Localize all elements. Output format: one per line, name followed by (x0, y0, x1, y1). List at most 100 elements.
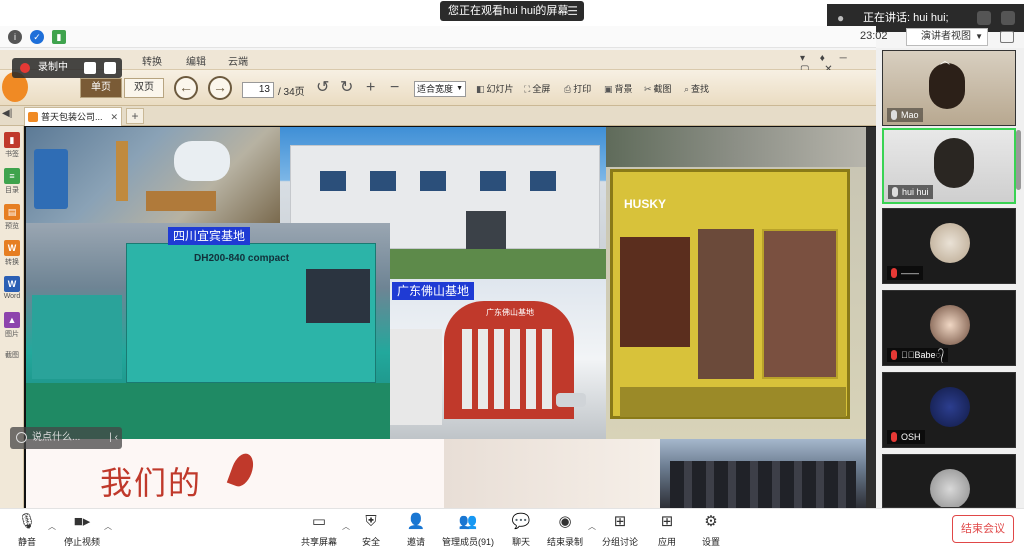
toc-icon: ≡ (4, 168, 20, 184)
print-button[interactable]: ⎙ 打印 (564, 82, 591, 95)
stop-record-icon[interactable] (104, 62, 116, 74)
viewer-scrollbar[interactable] (866, 127, 876, 508)
sidebar-item-preview[interactable]: ▤ 预览 (1, 204, 23, 234)
participant-card[interactable]: —— (882, 208, 1016, 284)
settings-button[interactable]: ⚙ 设置 (696, 513, 726, 548)
sidebar-item-convert[interactable]: W 转换 (1, 240, 23, 270)
return-icon[interactable] (1001, 11, 1015, 25)
slideshow-button[interactable]: ◧ 幻灯片 (476, 82, 514, 95)
sidebar-item-bookmarks[interactable]: ▮ 书签 (1, 132, 23, 162)
sidebar-item-toc[interactable]: ≡ 目录 (1, 168, 23, 198)
word-icon: W (4, 276, 20, 292)
stop-recording-button[interactable]: ◉ 结束录制 (544, 513, 586, 548)
collapse-sidebar-icon[interactable]: ◀| (2, 108, 12, 119)
sidebar-item-word[interactable]: W Word (1, 276, 23, 306)
new-tab-button[interactable]: + (126, 108, 144, 124)
shield-icon[interactable]: ✓ (30, 30, 44, 44)
expand-icon: ⛶ (524, 84, 531, 94)
double-page-button[interactable]: 双页 (124, 78, 164, 98)
participant-card[interactable]: ℳ᭄Babe᭄ (882, 290, 1016, 366)
gear-icon: ⚙ (704, 513, 718, 530)
avatar (930, 223, 970, 263)
chevron-up-icon[interactable]: ︿ (104, 521, 112, 532)
reader-sidebar: ▮ 书签 ≡ 目录 ▤ 预览 W 转换 W Word ▲ 图片 截图 (0, 126, 24, 508)
view-mode-select[interactable]: 演讲者视图 ▼ (906, 28, 988, 46)
zoom-in-icon[interactable]: + (366, 78, 375, 98)
mic-icon (892, 187, 898, 197)
tag-guangdong-base: 广东佛山基地 (392, 282, 475, 300)
invite-icon: 👤 (406, 513, 426, 530)
rotate-right-icon[interactable]: ↻ (340, 78, 353, 98)
bookmark-icon: ▮ (4, 132, 20, 148)
manage-members-button[interactable]: 👥 管理成员(91) (440, 513, 496, 548)
menu-edit[interactable]: 编辑 (186, 53, 206, 68)
security-button[interactable]: ⛨ 安全 (356, 513, 386, 548)
chevron-up-icon[interactable]: ︿ (48, 521, 56, 532)
share-notice[interactable]: 您正在观看hui hui的屏幕 ☰ (440, 1, 584, 21)
participant-card-active[interactable]: hui hui (882, 128, 1016, 204)
chevron-down-icon: ▼ (975, 32, 983, 41)
menu-convert[interactable]: 转换 (142, 53, 162, 68)
avatar (930, 469, 970, 507)
fullscreen-icon[interactable] (1000, 31, 1014, 43)
invite-button[interactable]: 👤 邀请 (400, 513, 432, 548)
apps-button[interactable]: ⊞ 应用 (652, 513, 682, 548)
meeting-window: 您正在观看hui hui的屏幕 ☰ ● 正在讲话: hui hui; i ✓ ▮… (0, 0, 1024, 552)
photo-workshop (606, 127, 866, 167)
menu-cloud[interactable]: 云端 (228, 53, 248, 68)
chevron-up-icon[interactable]: ︿ (588, 521, 596, 532)
chat-placeholder: 说点什么... (32, 432, 81, 443)
stop-video-button[interactable]: ■▸ 停止视频 (62, 513, 102, 548)
screenshot-button[interactable]: ✂ 截图 (644, 82, 672, 95)
zoom-out-icon[interactable]: − (390, 78, 399, 98)
breakout-icon: ⊞ (613, 513, 627, 530)
tab-document[interactable]: 普天包装公司... ✕ (24, 107, 122, 126)
mic-icon (891, 110, 897, 120)
chat-input[interactable]: 说点什么... | ‹ (10, 427, 122, 449)
end-meeting-button[interactable]: 结束会议 (952, 515, 1014, 543)
page-number-input[interactable]: 13 (242, 82, 274, 98)
find-button[interactable]: ⌕ 查找 (684, 82, 709, 95)
single-page-button[interactable]: 单页 (80, 78, 122, 98)
photo-foshan-building: 广东佛山基地 (390, 279, 606, 439)
close-icon[interactable]: ✕ (110, 108, 118, 126)
breakout-button[interactable]: ⊞ 分组讨论 (600, 513, 640, 548)
slide-page: HUSKY DH200-840 compact 四川宜宾基地 广东佛山基地 广东… (26, 127, 866, 508)
sidebar-item-images[interactable]: ▲ 图片 (1, 312, 23, 342)
info-icon[interactable]: i (8, 30, 22, 44)
photo-factory-floor (26, 127, 280, 223)
chevron-up-icon[interactable]: ︿ (342, 521, 350, 532)
sidebar-item-screenshot[interactable]: 截图 (1, 348, 23, 378)
preview-icon: ▤ (4, 204, 20, 220)
share-screen-icon: ▭ (311, 513, 327, 530)
emoji-icon[interactable] (16, 432, 27, 443)
share-screen-button[interactable]: ▭ 共享屏幕 (298, 513, 340, 548)
mute-button[interactable]: 🎙 静音 (12, 513, 42, 548)
pause-record-icon[interactable] (84, 62, 96, 74)
apps-icon: ⊞ (660, 513, 674, 530)
chat-button[interactable]: 💬 聊天 (506, 513, 536, 548)
view-mode-label: 演讲者视图 (921, 31, 971, 42)
building-sign: 广东佛山基地 (486, 308, 534, 317)
mic-muted-icon (891, 432, 897, 442)
participant-card[interactable] (882, 454, 1016, 508)
tag-sichuan-base: 四川宜宾基地 (168, 227, 251, 245)
panel-scrollbar[interactable] (1016, 130, 1021, 190)
fit-mode-select[interactable]: 适合宽度 ▼ (414, 81, 466, 97)
minimize-icon[interactable] (977, 11, 991, 25)
rotate-left-icon[interactable]: ↺ (316, 78, 329, 98)
slideshow-icon: ◧ (476, 84, 485, 94)
tab-title: 普天包装公司... (41, 112, 103, 122)
signal-icon[interactable]: ▮ (52, 30, 66, 44)
pdf-icon (28, 112, 38, 122)
background-button[interactable]: ▣ 背景 (604, 82, 633, 95)
next-page-icon[interactable]: → (208, 76, 232, 100)
chevron-left-icon[interactable]: | ‹ (109, 427, 118, 449)
participant-card[interactable]: OSH (882, 372, 1016, 448)
fullscreen-button[interactable]: ⛶ 全屏 (524, 82, 550, 95)
prev-page-icon[interactable]: ← (174, 76, 198, 100)
menu-icon[interactable]: ☰ (567, 1, 578, 21)
chevron-up-icon[interactable]: ︿ (940, 52, 950, 67)
chat-icon: 💬 (511, 513, 531, 530)
machine-brand: HUSKY (624, 197, 667, 211)
